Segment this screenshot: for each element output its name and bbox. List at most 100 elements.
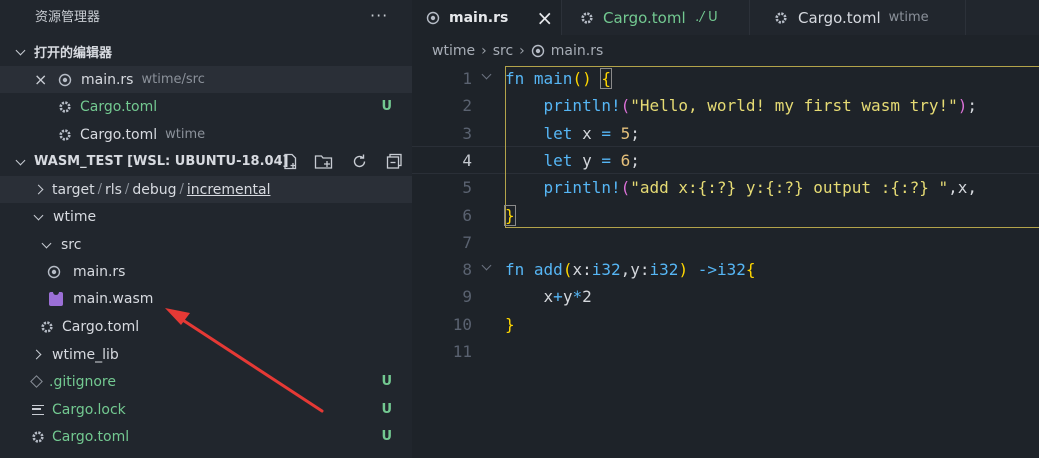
tab-cargo-toml-wtime[interactable]: Cargo.toml wtime [750,0,966,35]
tree-item-src[interactable]: src [0,231,412,258]
tree-item-wtime-cargo[interactable]: Cargo.toml [0,313,412,340]
line-number: 8 [462,260,472,280]
untracked-badge: U [381,402,392,417]
lines-file-icon [32,404,44,415]
open-editor-name: Cargo.toml [80,126,158,143]
tree-item-target[interactable]: target / rls / debug / incremental [0,176,412,203]
file-label: gitignore [53,373,116,390]
untracked-badge: U [381,429,392,444]
chevron-down-icon [14,155,28,169]
fold-chevron-icon[interactable] [481,69,492,80]
tab-cargo-toml-root[interactable]: Cargo.toml ./ U [562,0,750,35]
code-line: x+y*2 [505,287,592,307]
rust-file-icon [47,265,61,279]
file-label: Cargo.toml [62,318,140,335]
untracked-badge: U [381,99,392,114]
code-line: } [504,204,516,226]
path-segment[interactable]: incremental [187,182,271,198]
tab-label: main.rs [449,9,509,26]
line-number: 11 [452,342,472,361]
code-line: let y = 6; [543,150,640,170]
code-line: let x = 5; [543,123,640,143]
new-file-icon[interactable] [282,153,299,174]
explorer-sidebar: 资源管理器 ··· 打开的编辑器 × main.rs wtime/src Car… [0,0,412,458]
tree-item-main-wasm[interactable]: main.wasm [0,285,412,312]
wasm-file-icon [49,289,63,306]
open-editor-path: wtime/src [141,72,205,87]
tab-main-rs[interactable]: main.rs × [412,0,562,35]
breadcrumb: wtime › src › main.rs [432,41,603,61]
tab-path: ./ [695,10,705,25]
line-number: 9 [462,287,472,307]
line-number: 6 [462,205,472,225]
close-icon[interactable]: × [34,70,48,89]
line-number: 10 [452,314,472,334]
line-number: 2 [462,96,472,116]
breadcrumb-item[interactable]: main.rs [551,43,603,59]
folder-label: wtime_lib [52,346,119,363]
path-separator: / [97,182,102,197]
new-folder-icon[interactable] [314,153,333,174]
open-editor-item[interactable]: Cargo.toml U [0,93,412,120]
file-label: Cargo.lock [52,401,126,418]
open-editor-item[interactable]: Cargo.toml wtime [0,121,412,148]
folder-label: src [61,236,82,253]
tab-bar: main.rs × Cargo.toml ./ U Cargo.toml wti… [412,0,1039,35]
open-editors-section[interactable]: 打开的编辑器 [0,38,412,65]
git-file-icon [30,375,43,388]
breadcrumb-chevron-icon: › [481,43,487,59]
open-editor-name: main.rs [81,71,134,88]
file-label: main.wasm [73,290,154,307]
line-number: 7 [462,232,472,252]
open-editor-item[interactable]: × main.rs wtime/src [0,66,412,93]
chevron-down-icon [14,45,28,59]
tree-item-wtime[interactable]: wtime [0,203,412,230]
open-editors-label: 打开的编辑器 [34,46,113,61]
close-tab-icon[interactable]: × [536,6,553,30]
path-segment[interactable]: target [52,182,95,198]
gear-icon [58,128,72,142]
rust-file-icon [58,73,72,87]
line-number: 4 [462,150,472,170]
collapse-all-icon[interactable] [386,153,403,174]
tree-item-cargo-lock[interactable]: Cargo.lock U [0,396,412,423]
tree-item-wtime-lib[interactable]: wtime_lib [0,341,412,368]
gear-icon [40,320,54,334]
tab-label: Cargo.toml [798,8,881,27]
code-line: fn add(x:i32,y:i32) ->i32{ [505,260,756,280]
vscode-window: 资源管理器 ··· 打开的编辑器 × main.rs wtime/src Car… [0,0,1039,458]
rust-file-icon [531,44,545,58]
tree-item-gitignore[interactable]: . gitignore U [0,368,412,395]
file-label: main.rs [73,263,126,280]
more-actions-icon[interactable]: ··· [370,6,388,25]
tree-item-main-rs[interactable]: main.rs [0,258,412,285]
gear-icon [774,11,788,25]
fold-chevron-icon[interactable] [481,260,492,271]
code-line: println!("add x:{:?} y:{:?} output :{:?}… [543,178,978,198]
gear-icon [580,11,594,25]
code-line: } [505,314,515,334]
breadcrumb-chevron-icon: › [519,43,525,59]
explorer-header: 资源管理器 ··· [0,2,412,29]
tab-label: Cargo.toml [603,8,686,27]
line-number: 5 [462,178,472,198]
tree-item-cargo-toml[interactable]: Cargo.toml U [0,423,412,450]
tab-badge: U [708,10,718,25]
refresh-icon[interactable] [351,153,368,174]
gear-icon [31,430,45,444]
path-segment[interactable]: rls [105,182,122,198]
breadcrumb-item[interactable]: src [493,43,513,59]
path-separator: / [179,182,184,197]
rust-file-icon [426,11,440,25]
editor-group: main.rs × Cargo.toml ./ U Cargo.toml wti… [412,0,1039,458]
chevron-down-icon [32,210,46,224]
path-segment[interactable]: debug [132,182,176,198]
breadcrumb-item[interactable]: wtime [432,43,475,59]
gear-icon [58,100,72,114]
line-number: 1 [462,69,472,88]
workspace-label: WASM_TEST [WSL: UBUNTU-18.04] [34,154,289,169]
explorer-title: 资源管理器 [35,10,101,25]
chevron-right-icon [34,183,44,197]
open-editor-path: wtime [165,127,206,142]
workspace-section[interactable]: WASM_TEST [WSL: UBUNTU-18.04] [0,148,412,175]
